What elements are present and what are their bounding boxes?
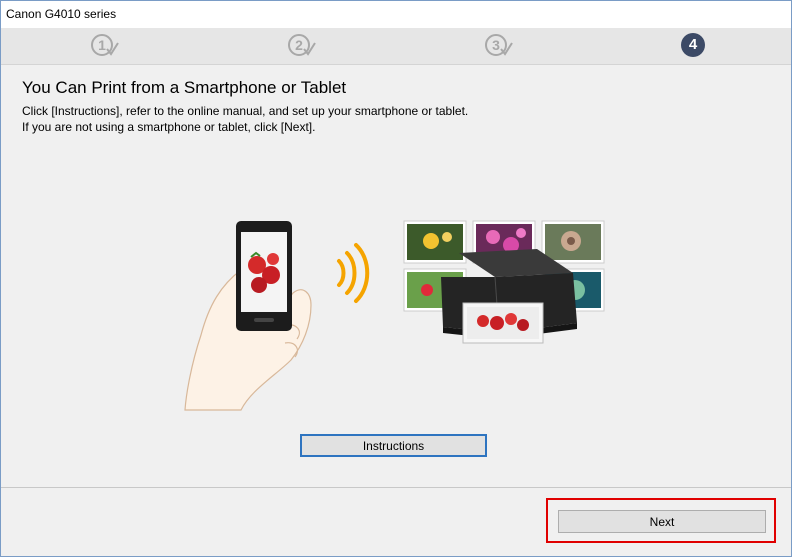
installer-window: Canon G4010 series 1 2 3 4 You Can Print…: [0, 0, 792, 557]
step-2-done-icon: 2: [287, 33, 317, 59]
step-indicator: 1 2 3 4: [1, 28, 791, 65]
main-content: You Can Print from a Smartphone or Table…: [1, 65, 791, 487]
svg-text:1: 1: [98, 37, 106, 53]
smartphone-icon: [236, 221, 292, 331]
title-bar: Canon G4010 series: [1, 1, 791, 28]
wifi-signal-icon: [337, 243, 370, 303]
smartphone-printing-illustration: [184, 220, 605, 411]
step-4-current: 4: [681, 33, 705, 57]
instructions-line-1: Click [Instructions], refer to the onlin…: [22, 104, 469, 118]
step-1-done-icon: 1: [90, 33, 120, 59]
instructions-text: Click [Instructions], refer to the onlin…: [22, 103, 468, 135]
step-3-done-icon: 3: [484, 33, 514, 59]
window-title: Canon G4010 series: [6, 7, 117, 21]
footer-divider: [1, 487, 791, 488]
svg-text:3: 3: [492, 37, 500, 53]
page-title: You Can Print from a Smartphone or Table…: [22, 78, 347, 97]
instructions-line-2: If you are not using a smartphone or tab…: [22, 120, 316, 134]
svg-text:2: 2: [295, 37, 303, 53]
instructions-button[interactable]: Instructions: [300, 434, 487, 457]
next-button[interactable]: Next: [558, 510, 766, 533]
